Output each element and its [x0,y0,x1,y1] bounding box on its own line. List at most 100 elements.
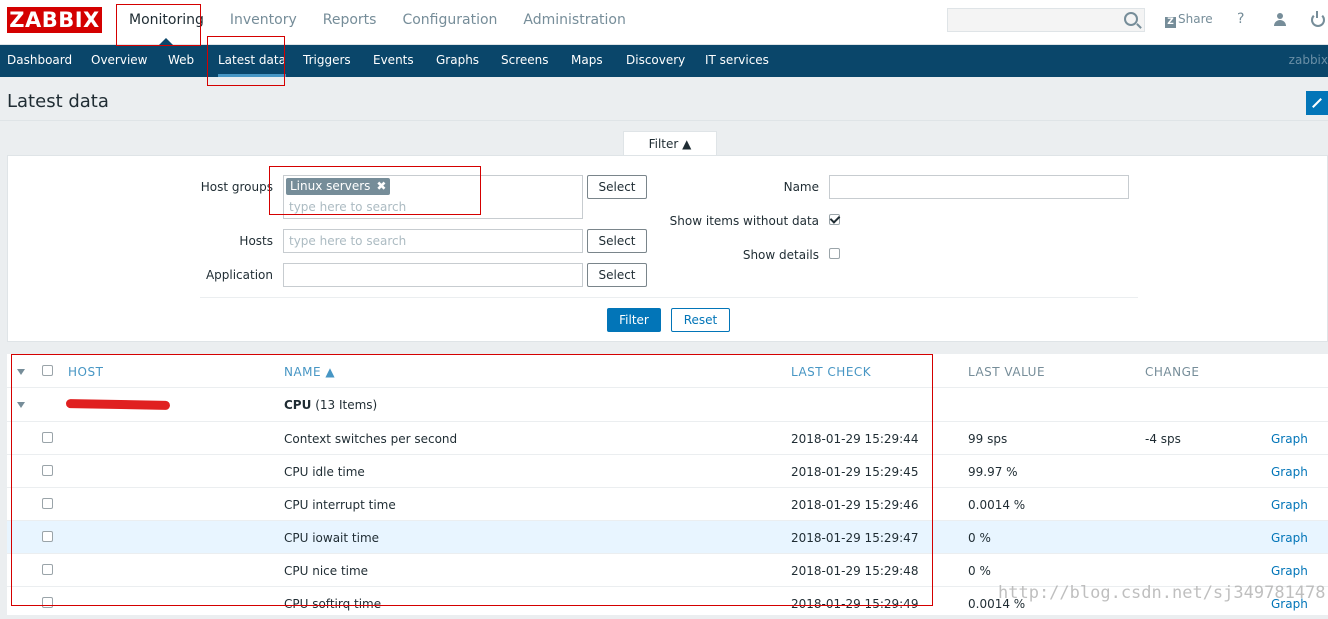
menu-reports[interactable]: Reports [310,0,390,44]
item-name: Context switches per second [284,432,458,446]
item-change: -4 sps [1145,432,1181,446]
table-row [7,454,1328,487]
watermark: http://blog.csdn.net/sj349781478 [998,583,1326,603]
collapse-group-icon[interactable] [17,402,25,408]
menu-monitoring[interactable]: Monitoring [116,0,217,45]
application-select-button[interactable]: Select [587,263,647,287]
submenu-screens[interactable]: Screens [501,45,549,77]
search-icon[interactable] [1124,12,1138,26]
submenu-latest-data[interactable]: Latest data [218,45,286,77]
sign-out-icon[interactable] [1311,11,1325,27]
application-group-label: CPU (13 Items) [284,398,378,412]
submenu-overview[interactable]: Overview [91,45,148,77]
graph-link[interactable]: Graph [1271,432,1308,446]
item-last-check: 2018-01-29 15:29:45 [791,465,919,479]
item-last-check: 2018-01-29 15:29:47 [791,531,919,545]
row-checkbox[interactable] [42,531,53,542]
redacted-host-name [65,399,171,410]
graph-link[interactable]: Graph [1271,531,1308,545]
collapse-all-icon[interactable] [17,369,25,375]
host-groups-placeholder: type here to search [289,200,407,214]
item-last-value: 0 % [968,531,991,545]
submenu-it-services[interactable]: IT services [705,45,769,77]
item-last-value: 0 % [968,564,991,578]
fullscreen-button[interactable] [1306,91,1328,115]
show-details-label: Show details [742,248,819,262]
top-navigation: ZABBIX Monitoring Inventory Reports Conf… [0,0,1328,45]
server-name: zabbix [1288,53,1328,67]
column-change: CHANGE [1145,365,1200,379]
item-name: CPU nice time [284,564,369,578]
column-last-check[interactable]: LAST CHECK [791,365,871,379]
reset-button[interactable]: Reset [671,308,730,332]
host-group-chip: Linux servers ✖ [286,178,391,195]
table-row [7,487,1328,520]
item-name: CPU softirq time [284,597,382,611]
item-name: CPU interrupt time [284,498,396,512]
share-z-icon: Z [1165,17,1176,28]
filter-tab[interactable]: Filter ▲ [623,131,717,157]
hosts-label: Hosts [239,234,273,248]
share-label: Share [1178,12,1213,26]
table-row [7,520,1328,553]
select-all-checkbox[interactable] [42,365,53,376]
submenu-discovery[interactable]: Discovery [626,45,685,77]
menu-inventory[interactable]: Inventory [217,0,310,44]
submenu-events[interactable]: Events [373,45,414,77]
row-checkbox[interactable] [42,498,53,509]
name-label: Name [783,180,819,194]
row-checkbox[interactable] [42,564,53,575]
item-name: CPU iowait time [284,531,380,545]
item-name: CPU idle time [284,465,365,479]
column-host[interactable]: HOST [68,365,103,379]
row-checkbox[interactable] [42,597,53,608]
zabbix-logo[interactable]: ZABBIX [7,7,102,33]
remove-chip-icon[interactable]: ✖ [376,179,386,193]
filter-divider [200,297,1138,298]
item-last-check: 2018-01-29 15:29:46 [791,498,919,512]
item-last-value: 99 sps [968,432,1008,446]
sub-navigation: Dashboard Overview Web Latest data Trigg… [0,45,1328,77]
share-link[interactable]: Z Share [1165,12,1213,28]
item-last-check: 2018-01-29 15:29:48 [791,564,919,578]
column-name[interactable]: NAME ▲ [284,365,335,379]
show-details-checkbox[interactable] [829,248,840,259]
help-icon[interactable]: ? [1237,11,1244,27]
submenu-graphs[interactable]: Graphs [436,45,479,77]
item-last-value: 0.0014 % [968,498,1026,512]
menu-administration[interactable]: Administration [510,0,638,44]
show-items-without-data-checkbox[interactable] [829,214,840,225]
submenu-dashboard[interactable]: Dashboard [7,45,72,77]
row-checkbox[interactable] [42,432,53,443]
application-input[interactable] [283,263,583,287]
graph-link[interactable]: Graph [1271,498,1308,512]
item-last-check: 2018-01-29 15:29:44 [791,432,919,446]
row-checkbox[interactable] [42,465,53,476]
table-row [7,421,1328,454]
application-group-row [7,387,1328,420]
graph-link[interactable]: Graph [1271,564,1308,578]
host-groups-label: Host groups [200,180,273,194]
application-label: Application [205,268,273,282]
item-last-check: 2018-01-29 15:29:49 [791,597,919,611]
hosts-select-button[interactable]: Select [587,229,647,253]
global-search-input[interactable] [947,8,1145,32]
filter-button[interactable]: Filter [607,308,661,332]
column-last-value: LAST VALUE [968,365,1046,379]
name-input[interactable] [829,175,1129,199]
table-row [7,553,1328,586]
menu-configuration[interactable]: Configuration [389,0,510,44]
submenu-web[interactable]: Web [168,45,194,77]
item-last-value: 99.97 % [968,465,1018,479]
hosts-placeholder: type here to search [289,234,407,248]
main-menu: Monitoring Inventory Reports Configurati… [116,0,639,45]
submenu-maps[interactable]: Maps [571,45,603,77]
submenu-triggers[interactable]: Triggers [303,45,351,77]
header-divider [0,120,1328,121]
host-group-chip-label: Linux servers [290,179,371,193]
page-title: Latest data [7,91,109,112]
graph-link[interactable]: Graph [1271,465,1308,479]
user-profile-icon[interactable] [1273,13,1287,27]
show-items-without-data-label: Show items without data [669,214,819,228]
host-groups-select-button[interactable]: Select [587,175,647,199]
